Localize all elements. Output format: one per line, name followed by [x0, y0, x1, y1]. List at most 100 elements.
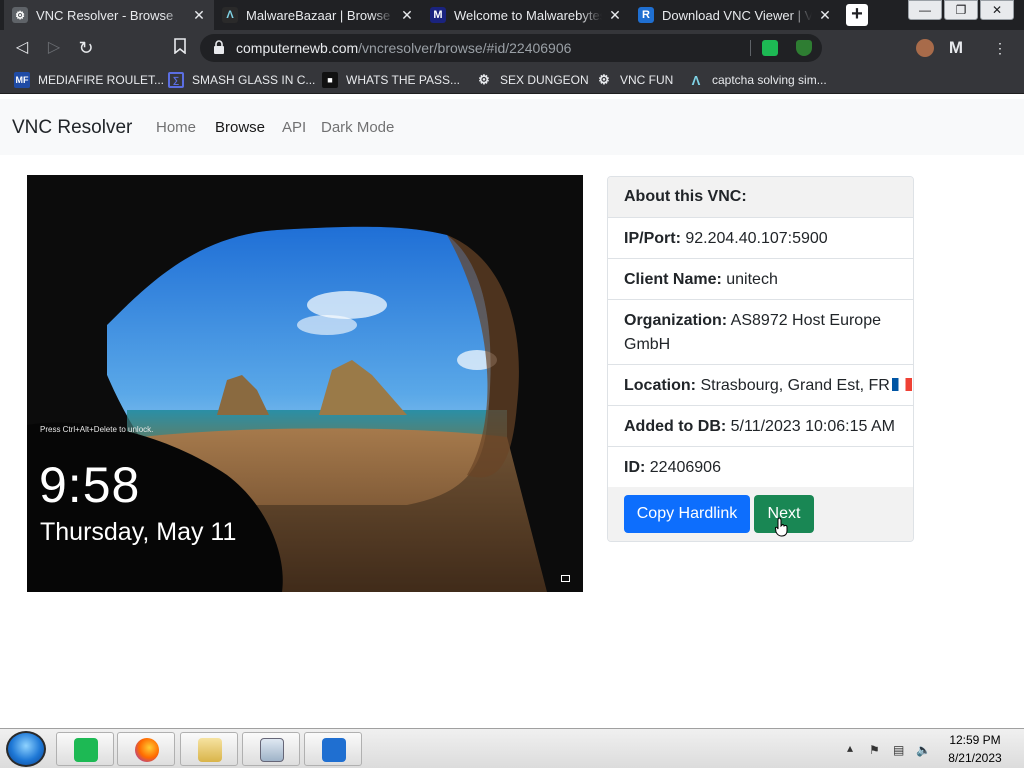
tab-malwarebytes[interactable]: M Welcome to Malwarebytes B ✕	[422, 0, 630, 30]
tab-malwarebazaar[interactable]: Λ MalwareBazaar | Browse Che ✕	[214, 0, 422, 30]
realvnc-app-icon	[322, 738, 346, 762]
bookmark-sex-dungeon[interactable]: ⚙ SEX DUNGEON	[476, 71, 589, 89]
site-brand[interactable]: VNC Resolver	[12, 117, 132, 139]
client-name-value: unitech	[726, 271, 778, 288]
captcha-site-icon: Λ	[691, 72, 701, 88]
tab-title: VNC Resolver - Browse	[36, 7, 174, 23]
realvnc-favicon-icon: R	[638, 7, 654, 23]
added-value: 5/11/2023 10:06:15 AM	[730, 418, 895, 435]
mediafire-icon: MF	[14, 72, 30, 88]
bookmark-mediafire[interactable]: MF MEDIAFIRE ROULET...	[14, 71, 164, 89]
nav-dark-mode[interactable]: Dark Mode	[321, 119, 394, 136]
bookmark-captcha[interactable]: Λ captcha solving sim...	[688, 71, 827, 89]
tab-close-icon[interactable]: ✕	[608, 7, 622, 24]
nav-browse[interactable]: Browse	[215, 119, 265, 136]
bookmark-smash-glass[interactable]: ∑ SMASH GLASS IN C...	[168, 71, 315, 89]
bookmarks-bar: MF MEDIAFIRE ROULET... ∑ SMASH GLASS IN …	[0, 66, 1024, 94]
omnibox-divider	[750, 40, 751, 56]
network-icon[interactable]: ▤	[893, 743, 904, 757]
taskbar-app-firefox[interactable]	[117, 732, 175, 766]
gear-site-icon: ⚙	[598, 72, 610, 87]
france-flag-icon	[891, 378, 912, 391]
taskbar-app-vnc[interactable]	[304, 732, 362, 766]
show-hidden-icons-icon[interactable]: ▴	[847, 741, 853, 755]
extension-shield-icon[interactable]	[796, 40, 812, 56]
added-label: Added to DB:	[624, 418, 727, 435]
tab-vnc-viewer[interactable]: R Download VNC Viewer | VNC ✕	[630, 0, 840, 30]
copy-hardlink-button[interactable]: Copy Hardlink	[624, 495, 750, 533]
malwarebytes-extension-icon[interactable]: M	[946, 38, 966, 58]
client-name-label: Client Name:	[624, 271, 722, 288]
malwarebytes-favicon-icon: M	[430, 7, 446, 23]
location-value: Strasbourg, Grand Est, FR	[700, 377, 890, 394]
bookmark-icon[interactable]	[170, 38, 190, 58]
bookmark-label: WHATS THE PASS...	[346, 73, 461, 87]
lock-page-icon: ■	[322, 72, 338, 88]
bookmark-whats-the-pass[interactable]: ■ WHATS THE PASS...	[322, 71, 460, 89]
tab-vnc-resolver[interactable]: ⚙ VNC Resolver - Browse ✕	[4, 0, 214, 30]
added-row: Added to DB: 5/11/2023 10:06:15 AM	[608, 406, 913, 447]
bookmark-label: SEX DUNGEON	[500, 73, 589, 87]
nav-home[interactable]: Home	[156, 119, 196, 136]
lock-screen-display-icon	[561, 575, 570, 582]
folder-icon	[198, 738, 222, 762]
ip-port-row: IP/Port: 92.204.40.107:5900	[608, 218, 913, 259]
id-label: ID:	[624, 459, 646, 476]
new-tab-button[interactable]: +	[846, 4, 868, 26]
bookmark-label: SMASH GLASS IN C...	[192, 73, 316, 87]
reload-icon[interactable]: ↻	[76, 38, 96, 58]
organization-row: Organization: AS8972 Host Europe GmbH	[608, 300, 913, 365]
volume-icon[interactable]: 🔈	[916, 743, 931, 757]
organization-label: Organization:	[624, 312, 728, 329]
card-footer: Copy Hardlink Next	[608, 487, 913, 541]
location-label: Location:	[624, 377, 696, 394]
taskbar-clock-time[interactable]: 12:59 PM	[940, 733, 1010, 747]
restore-icon[interactable]: ❐	[944, 0, 978, 20]
taskbar: ▴ ⚑ ▤ 🔈	[0, 728, 1024, 768]
malwarebazaar-favicon-icon: Λ	[222, 7, 238, 23]
start-button[interactable]	[6, 731, 46, 767]
forward-icon[interactable]: ▷	[44, 38, 64, 58]
id-row: ID: 22406906	[608, 447, 913, 488]
hand-cursor-icon	[775, 517, 788, 537]
address-bar[interactable]: computernewb.com/vncresolver/browse/#id/…	[200, 34, 822, 62]
tab-close-icon[interactable]: ✕	[400, 7, 414, 24]
close-window-icon[interactable]: ✕	[980, 0, 1014, 20]
tab-title: Welcome to Malwarebytes B	[454, 7, 602, 23]
bookmark-label: VNC FUN	[620, 73, 674, 87]
organization-value-line1: AS8972 Host Europe	[730, 312, 881, 329]
bookmark-vnc-fun[interactable]: ⚙ VNC FUN	[596, 71, 673, 89]
lock-icon	[212, 40, 226, 56]
back-icon[interactable]: ◁	[12, 38, 32, 58]
tab-close-icon[interactable]: ✕	[818, 7, 832, 24]
id-value: 22406906	[649, 459, 721, 476]
client-name-row: Client Name: unitech	[608, 259, 913, 300]
taskbar-clock-date[interactable]: 8/21/2023	[940, 751, 1010, 765]
location-row: Location: Strasbourg, Grand Est, FR	[608, 365, 913, 406]
profile-avatar[interactable]	[916, 39, 934, 57]
ip-port-label: IP/Port:	[624, 230, 681, 247]
tab-title: Download VNC Viewer | VNC	[662, 7, 812, 23]
monitor-app-icon	[260, 738, 284, 762]
site-navbar: VNC Resolver Home Browse API Dark Mode	[0, 99, 1024, 155]
ip-port-value: 92.204.40.107:5900	[685, 230, 828, 247]
taskbar-app-chat[interactable]	[56, 732, 114, 766]
chat-app-icon	[74, 738, 98, 762]
taskbar-app-explorer[interactable]	[180, 732, 238, 766]
vnc-screenshot: Press Ctrl+Alt+Delete to unlock. 9:58 Th…	[27, 175, 583, 592]
taskbar-app-monitor[interactable]	[242, 732, 300, 766]
nav-api[interactable]: API	[282, 119, 306, 136]
browser-toolbar: ◁ ▷ ↻ computernewb.com/vncresolver/brows…	[0, 30, 1024, 66]
vnc-resolver-favicon-icon: ⚙	[12, 7, 28, 23]
lock-screen-time: 9:58	[39, 457, 141, 513]
firefox-icon	[135, 738, 159, 762]
minimize-icon[interactable]: —	[908, 0, 942, 20]
menu-icon[interactable]: ⋮	[990, 38, 1010, 58]
tab-close-icon[interactable]: ✕	[192, 7, 206, 24]
vnc-details-card: About this VNC: IP/Port: 92.204.40.107:5…	[607, 176, 914, 542]
extension-chat-icon[interactable]	[762, 40, 778, 56]
bookmark-label: MEDIAFIRE ROULET...	[38, 73, 165, 87]
action-center-flag-icon[interactable]: ⚑	[869, 743, 880, 757]
bookmark-label: captcha solving sim...	[712, 73, 827, 87]
gear-site-icon: ⚙	[478, 72, 490, 87]
